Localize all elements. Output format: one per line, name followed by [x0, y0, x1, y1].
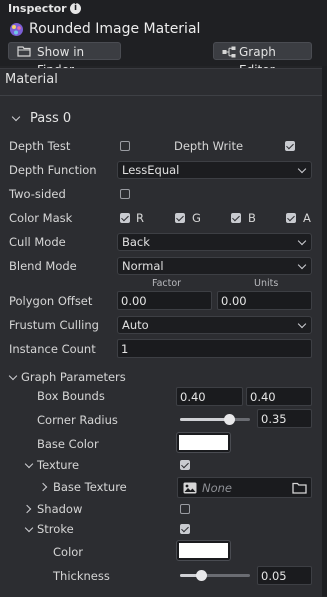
thickness-input[interactable]: 0.05: [257, 566, 312, 585]
texture-checkbox[interactable]: [180, 460, 190, 470]
color-mask-label: Color Mask: [9, 211, 73, 225]
thickness-slider[interactable]: [180, 570, 250, 581]
units-input[interactable]: 0.00: [217, 291, 312, 310]
chevron-down-icon: [297, 260, 307, 270]
cull-mode-value: Back: [122, 235, 150, 249]
depth-function-label: Depth Function: [9, 163, 97, 177]
thickness-label: Thickness: [53, 569, 110, 583]
depth-test-checkbox[interactable]: [120, 141, 130, 151]
shadow-label: Shadow: [37, 502, 83, 516]
asset-name: Rounded Image Material: [29, 21, 201, 37]
box-bounds-label: Box Bounds: [37, 389, 105, 403]
color-mask-a-label: A: [303, 211, 311, 225]
slider-fill: [180, 418, 229, 421]
depth-write-label: Depth Write: [174, 139, 244, 153]
color-mask-g-checkbox[interactable]: [175, 213, 185, 223]
scrollbar[interactable]: [322, 66, 327, 596]
blend-mode-value: Normal: [122, 259, 164, 273]
inspector-title: Inspector: [8, 2, 67, 15]
blend-mode-select[interactable]: Normal: [117, 257, 312, 275]
base-texture-field[interactable]: None: [177, 477, 312, 498]
color-mask-b-label: B: [248, 211, 256, 225]
divider: [0, 95, 322, 96]
color-mask-r-label: R: [136, 211, 144, 225]
frustum-culling-value: Auto: [122, 318, 149, 332]
frustum-culling-label: Frustum Culling: [9, 318, 99, 332]
graph-icon: [222, 46, 236, 58]
base-texture-value: None: [202, 481, 233, 495]
texture-label: Texture: [37, 458, 80, 472]
corner-radius-label: Corner Radius: [37, 413, 118, 427]
two-sided-checkbox[interactable]: [120, 189, 130, 199]
base-color-swatch[interactable]: [176, 432, 231, 453]
folder-icon[interactable]: [292, 482, 307, 494]
stroke-label: Stroke: [37, 522, 74, 536]
blend-mode-label: Blend Mode: [9, 259, 77, 273]
base-texture-label: Base Texture: [53, 480, 127, 494]
instance-count-input[interactable]: 1: [117, 339, 312, 358]
color-mask-r-checkbox[interactable]: [120, 213, 130, 223]
color-mask-b-checkbox[interactable]: [231, 213, 241, 223]
instance-count-label: Instance Count: [9, 342, 96, 356]
cull-mode-select[interactable]: Back: [117, 233, 312, 251]
stroke-checkbox[interactable]: [180, 524, 190, 534]
shadow-checkbox[interactable]: [180, 504, 190, 514]
info-icon[interactable]: i: [70, 3, 81, 14]
depth-function-value: LessEqual: [122, 163, 180, 177]
graph-editor-button[interactable]: Graph Editor: [213, 42, 312, 77]
chevron-down-icon: [297, 236, 307, 246]
color-mask-g-label: G: [192, 211, 201, 225]
pass-title: Pass 0: [30, 111, 72, 126]
material-asset-icon: [10, 23, 23, 36]
factor-label: Factor: [152, 278, 182, 289]
chevron-down-icon: [297, 319, 307, 329]
stroke-color-swatch[interactable]: [176, 540, 231, 561]
depth-test-label: Depth Test: [9, 139, 71, 153]
factor-input[interactable]: 0.00: [117, 291, 212, 310]
graph-parameters-title: Graph Parameters: [21, 370, 126, 384]
slider-thumb[interactable]: [224, 414, 235, 425]
corner-radius-slider[interactable]: [180, 414, 250, 425]
frustum-culling-select[interactable]: Auto: [117, 316, 312, 334]
depth-function-select[interactable]: LessEqual: [117, 161, 312, 179]
two-sided-label: Two-sided: [9, 187, 66, 201]
show-in-finder-button[interactable]: Show in Finder: [8, 42, 121, 77]
finder-icon: [17, 46, 31, 57]
chevron-down-icon: [297, 164, 307, 174]
slider-thumb[interactable]: [196, 570, 207, 581]
stroke-color-label: Color: [53, 545, 84, 559]
depth-write-checkbox[interactable]: [285, 141, 295, 151]
units-label: Units: [254, 278, 279, 289]
corner-radius-input[interactable]: 0.35: [257, 409, 312, 428]
material-section-title: Material: [5, 72, 58, 87]
cull-mode-label: Cull Mode: [9, 235, 66, 249]
color-mask-a-checkbox[interactable]: [286, 213, 296, 223]
image-icon: [183, 482, 197, 494]
box-bounds-x-input[interactable]: 0.40: [176, 387, 243, 406]
box-bounds-y-input[interactable]: 0.40: [246, 387, 312, 406]
polygon-offset-label: Polygon Offset: [9, 294, 93, 308]
base-color-label: Base Color: [37, 437, 99, 451]
